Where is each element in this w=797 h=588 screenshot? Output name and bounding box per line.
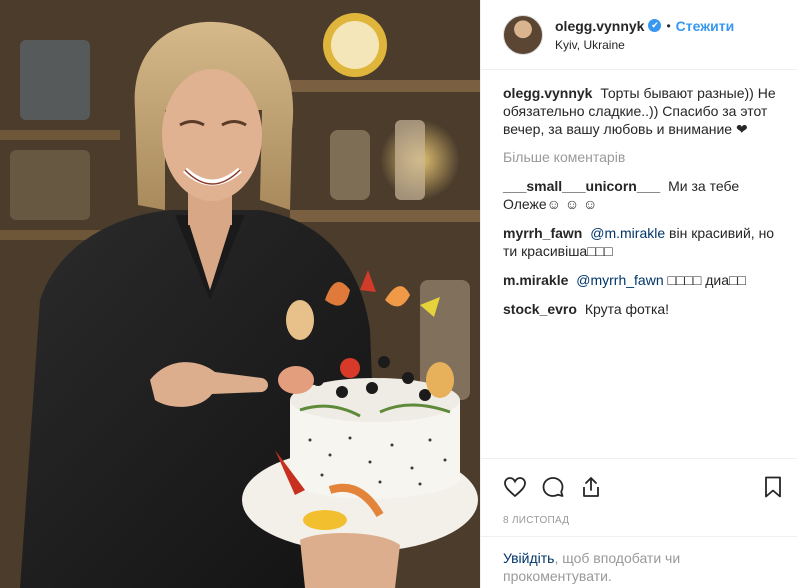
list-item: stock_evro Крута фотка! (503, 300, 781, 318)
comment-username[interactable]: myrrh_fawn (503, 225, 582, 241)
photo-illustration (0, 0, 480, 588)
comment-text: Крута фотка! (584, 301, 670, 317)
comments-list: olegg.vynnyk Торты бывают разные)) Не об… (481, 70, 797, 458)
post-date[interactable]: 8 листопад (481, 514, 797, 536)
post-header: olegg.vynnyk ✔ • Стежити Kyiv, Ukraine (481, 0, 797, 70)
separator-dot: • (666, 18, 671, 33)
caption-username[interactable]: olegg.vynnyk (503, 85, 592, 101)
comment-mention[interactable]: @myrrh_fawn (576, 272, 663, 288)
comment-mention[interactable]: @m.mirakle (590, 225, 665, 241)
avatar[interactable] (503, 14, 543, 55)
list-item: m.mirakle @myrrh_fawn □□□□ диа□□ (503, 271, 781, 289)
login-prompt: Увійдіть, щоб вподобати чи прокоментуват… (481, 536, 797, 588)
share-button[interactable] (577, 473, 605, 501)
username-link[interactable]: olegg.vynnyk (555, 18, 644, 34)
instagram-post: olegg.vynnyk ✔ • Стежити Kyiv, Ukraine o… (0, 0, 797, 588)
comment-bubble-icon (542, 476, 564, 497)
comment-button[interactable] (539, 473, 567, 501)
load-more-comments-button[interactable]: Більше коментарів (503, 149, 781, 165)
post-photo[interactable] (0, 0, 480, 588)
list-item: myrrh_fawn @m.mirakle він красивий, но т… (503, 224, 781, 260)
action-bar (481, 458, 797, 514)
verified-badge-icon: ✔ (648, 19, 662, 32)
save-button[interactable] (759, 473, 787, 501)
login-link[interactable]: Увійдіть (503, 550, 554, 566)
comment-username[interactable]: m.mirakle (503, 272, 568, 288)
comment-text: □□□□ диа□□ (667, 272, 746, 288)
follow-button[interactable]: Стежити (676, 18, 735, 34)
header-row: olegg.vynnyk ✔ • Стежити (555, 18, 734, 34)
like-button[interactable] (501, 473, 529, 501)
comment-username[interactable]: ___small___unicorn___ (503, 178, 660, 194)
location-link[interactable]: Kyiv, Ukraine (555, 38, 734, 52)
header-text: olegg.vynnyk ✔ • Стежити Kyiv, Ukraine (555, 18, 734, 52)
post-sidebar: olegg.vynnyk ✔ • Стежити Kyiv, Ukraine o… (480, 0, 797, 588)
share-icon (583, 476, 599, 497)
comment-username[interactable]: stock_evro (503, 301, 577, 317)
bookmark-icon (765, 476, 781, 497)
heart-icon (504, 476, 526, 497)
caption: olegg.vynnyk Торты бывают разные)) Не об… (503, 84, 781, 138)
list-item: ___small___unicorn___ Ми за тебе Олеже☺ … (503, 177, 781, 213)
